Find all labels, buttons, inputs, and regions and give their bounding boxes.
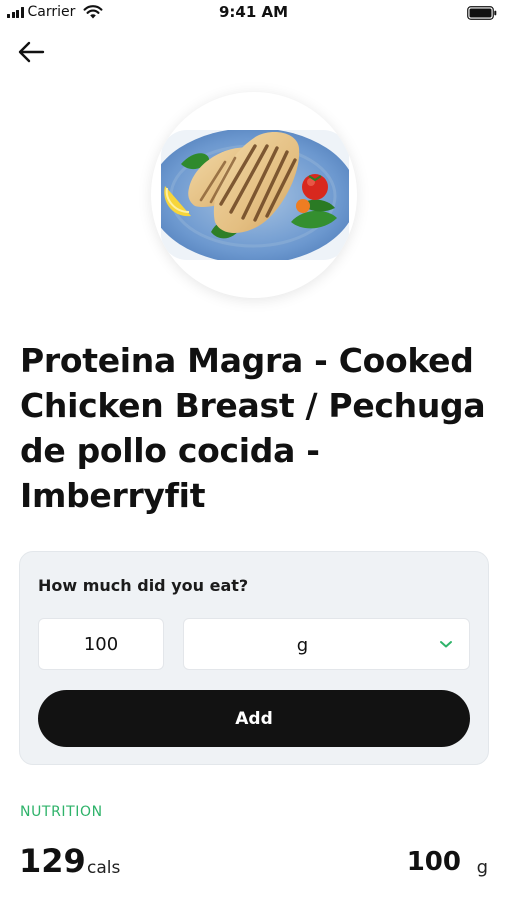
battery-icon [467,6,497,20]
back-button[interactable] [15,38,49,66]
unit-value: g [296,634,309,656]
calories-value: 129 [19,842,86,880]
status-bar: Carrier 9:41 AM [0,0,507,26]
nutrition-section-label: NUTRITION [20,804,103,820]
grilled-chicken-breast-photo [161,130,349,260]
serving-amount: 100 [406,847,461,877]
serving-unit: g [476,857,488,878]
unit-select[interactable]: g [183,618,470,670]
add-button[interactable]: Add [38,690,470,747]
portion-question: How much did you eat? [38,576,249,595]
quantity-input[interactable]: 100 [38,618,164,670]
calories-unit: cals [87,858,121,878]
status-time: 9:41 AM [218,3,289,21]
food-image [151,92,357,298]
food-title: Proteina Magra - Cooked Chicken Breast /… [20,341,486,515]
calories-row: 129 cals 100 g [19,838,489,888]
arrow-left-icon [18,41,45,63]
portion-card: How much did you eat? 100 g Add [19,551,489,765]
chevron-down-icon [440,641,452,648]
